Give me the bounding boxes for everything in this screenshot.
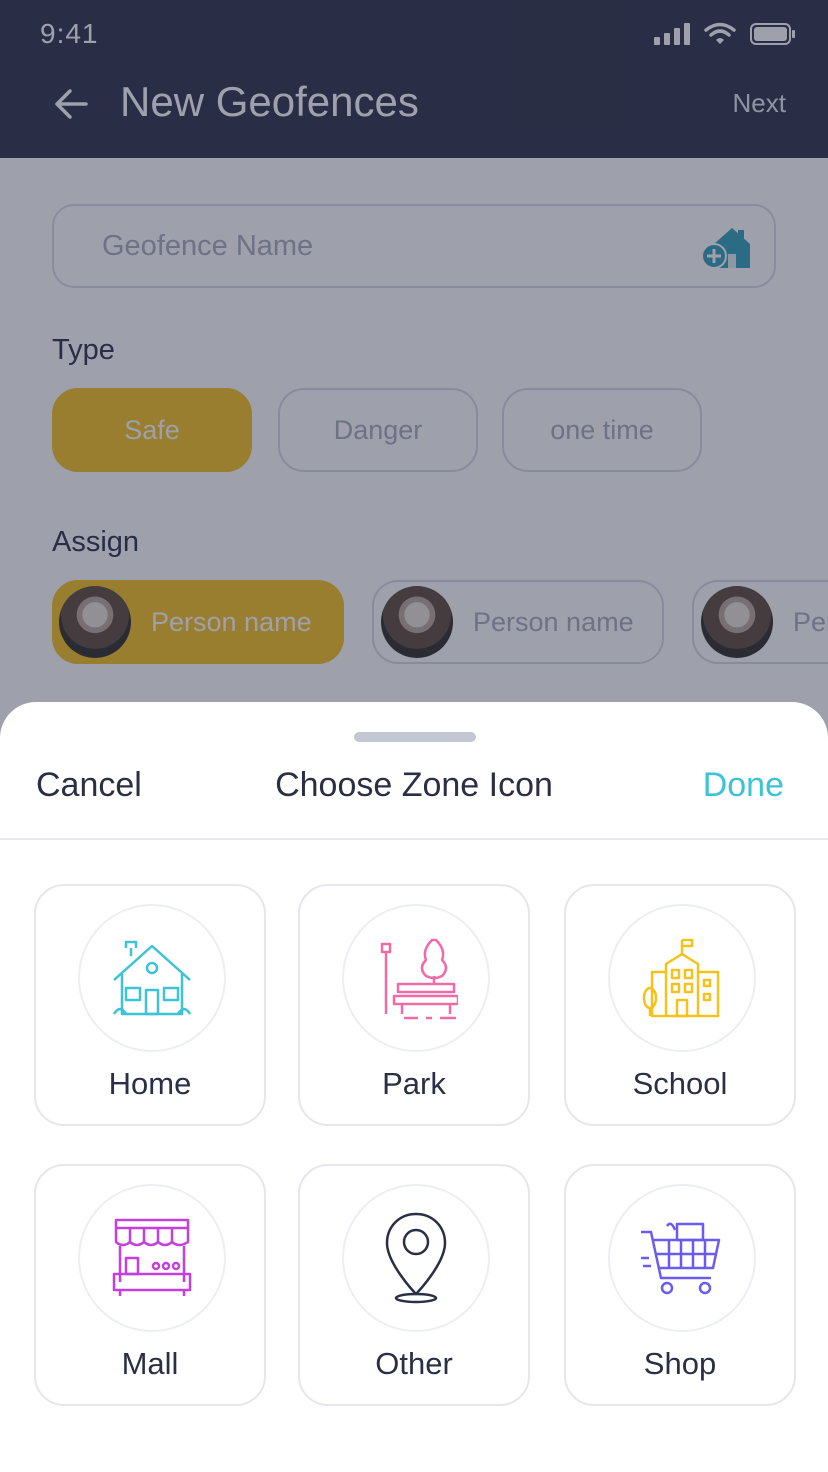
sheet-grabber[interactable] — [354, 732, 476, 742]
zone-tile-park[interactable]: Park — [298, 884, 530, 1126]
home-icon — [112, 940, 192, 1016]
zone-label: Other — [375, 1346, 453, 1381]
zone-tile-mall[interactable]: Mall — [34, 1164, 266, 1406]
zone-tile-other[interactable]: Other — [298, 1164, 530, 1406]
icon-circle — [342, 904, 490, 1052]
zone-icon-sheet: Choose Zone Icon Cancel Done Home Park S… — [0, 702, 828, 1472]
school-icon — [642, 938, 720, 1018]
zone-label: Park — [382, 1066, 446, 1101]
icon-circle — [78, 904, 226, 1052]
zone-tile-shop[interactable]: Shop — [564, 1164, 796, 1406]
icon-circle — [342, 1184, 490, 1332]
cancel-button[interactable]: Cancel — [36, 766, 142, 805]
done-button[interactable]: Done — [703, 766, 784, 805]
zone-tile-home[interactable]: Home — [34, 884, 266, 1126]
park-bench-icon — [380, 938, 458, 1020]
zone-label: Shop — [643, 1346, 717, 1381]
icon-circle — [78, 1184, 226, 1332]
map-pin-icon — [385, 1212, 447, 1304]
zone-tile-school[interactable]: School — [564, 884, 796, 1126]
mall-storefront-icon — [112, 1218, 192, 1296]
icon-circle — [608, 1184, 756, 1332]
zone-label: Mall — [121, 1346, 179, 1381]
divider — [0, 838, 828, 840]
zone-label: School — [632, 1066, 728, 1101]
shopping-cart-icon — [641, 1222, 721, 1295]
zone-label: Home — [108, 1066, 192, 1101]
icon-circle — [608, 904, 756, 1052]
